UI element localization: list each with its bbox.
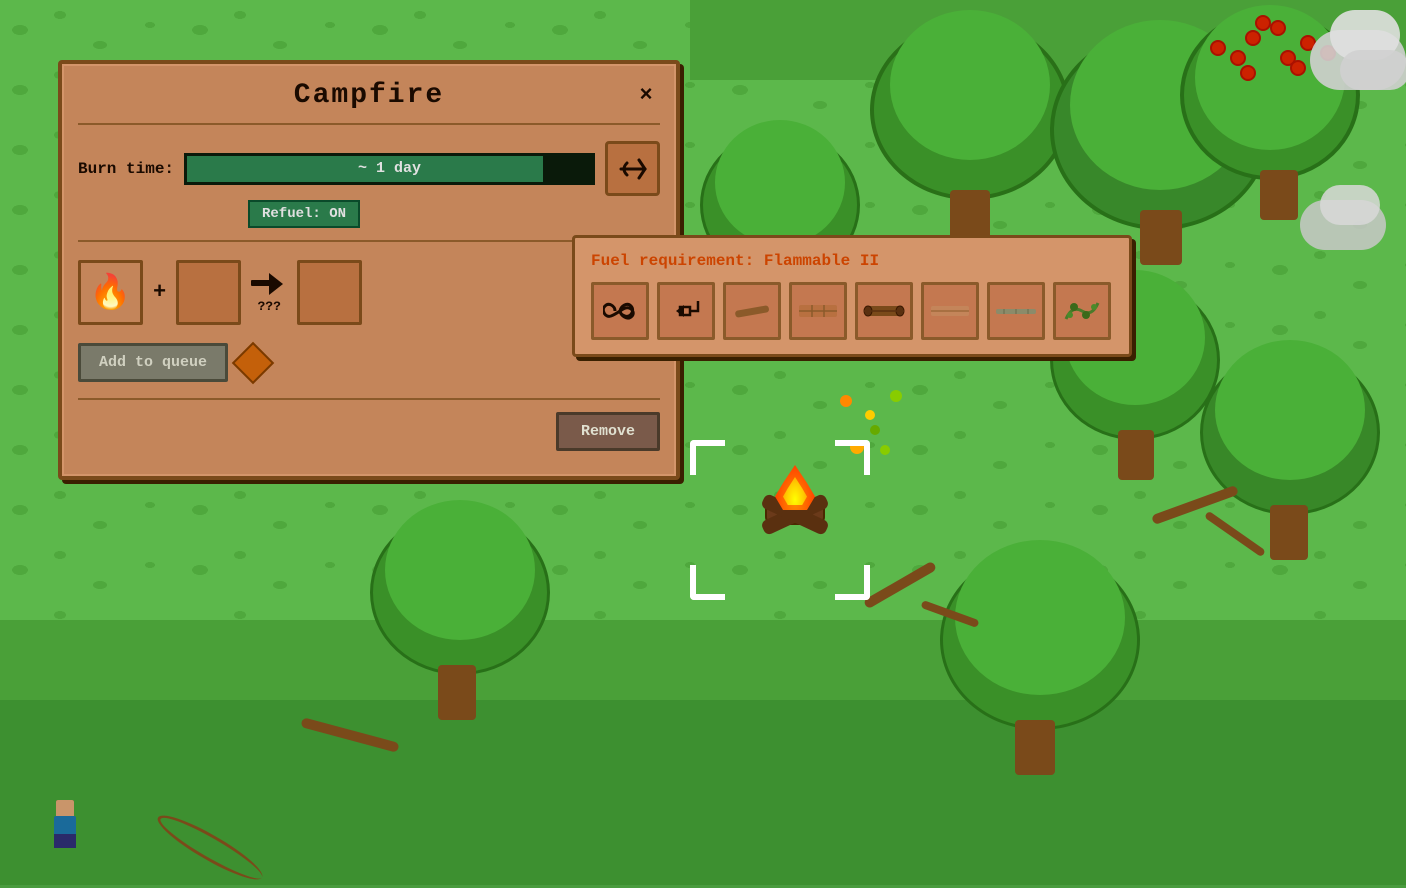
mid-tree1-inner [715, 120, 845, 245]
bracket-bottom-right [835, 565, 870, 600]
fuel-slot-stick[interactable] [723, 282, 781, 340]
plank-icon [797, 301, 839, 321]
leaf3 [880, 445, 890, 455]
craft-ingredient-slot[interactable] [176, 260, 241, 325]
burn-time-row: Burn time: ~ 1 day [78, 141, 660, 196]
apple7 [1255, 15, 1271, 31]
fuel-slot-log[interactable] [855, 282, 913, 340]
apple8 [1290, 60, 1306, 76]
fuel-popup: Fuel requirement: Flammable II [572, 235, 1132, 357]
flower2 [865, 410, 875, 420]
craft-arrow-icon [251, 271, 287, 297]
player-character [50, 800, 80, 850]
apple9 [1230, 50, 1246, 66]
fuel-slot-vine[interactable] [1053, 282, 1111, 340]
remove-btn-container: Remove [78, 412, 660, 451]
refuel-row: Refuel: ON [78, 200, 660, 228]
remove-button[interactable]: Remove [556, 412, 660, 451]
bottom-tree1-inner [385, 500, 535, 640]
burn-time-label: Burn time: [78, 160, 174, 178]
apple-tree-trunk [1260, 170, 1298, 220]
apple1 [1210, 40, 1226, 56]
bottom-tree1-trunk [438, 665, 476, 720]
char-body [54, 816, 76, 836]
cloud5 [1320, 185, 1380, 225]
selection-brackets [690, 440, 870, 600]
tree-canopy-tr1-inner [890, 10, 1050, 160]
right-tree2-trunk [1270, 505, 1308, 560]
infinity-icon [603, 300, 637, 322]
refuel-button[interactable]: Refuel: ON [248, 200, 360, 228]
cloud3 [1340, 50, 1406, 90]
burn-bar-container: ~ 1 day [184, 153, 595, 185]
fuel-requirement-value: Flammable II [764, 252, 879, 270]
arrow-refuel-button[interactable] [605, 141, 660, 196]
craft-flame-slot[interactable]: 🔥 [78, 260, 143, 325]
craft-result-slot[interactable] [297, 260, 362, 325]
right-tree1-trunk [1118, 430, 1154, 480]
fuel-slot-plank[interactable] [789, 282, 847, 340]
tree-trunk-tr2 [1140, 210, 1182, 265]
fuel-slot-infinity[interactable] [591, 282, 649, 340]
burn-bar-end [543, 156, 592, 182]
panel-title: Campfire [294, 80, 444, 111]
bracket-top-right [835, 440, 870, 475]
apple2 [1245, 30, 1261, 46]
craft-plus-icon: + [153, 280, 166, 305]
apple4 [1240, 65, 1256, 81]
flower1 [840, 395, 852, 407]
craft-arrow-box: ??? [251, 271, 287, 314]
leaf2 [870, 425, 880, 435]
fuel-requirement-title: Fuel requirement: Flammable II [591, 252, 1113, 270]
bracket-bottom-left [690, 565, 725, 600]
right-tree2-inner [1215, 340, 1365, 480]
flame-icon: 🔥 [89, 272, 131, 314]
fuel-slot-board[interactable] [921, 282, 979, 340]
board-icon [929, 303, 971, 319]
add-to-queue-button[interactable]: Add to queue [78, 343, 228, 382]
fuel-slot-arrow[interactable] [657, 282, 715, 340]
fuel-slot-bar[interactable] [987, 282, 1045, 340]
panel-divider-2 [78, 398, 660, 400]
arrow-icon [619, 158, 647, 180]
apple5 [1270, 20, 1286, 36]
leaf1 [890, 390, 902, 402]
bottom-tree2-inner [955, 540, 1125, 695]
bracket-top-left [690, 440, 725, 475]
fuel-items-row [591, 282, 1113, 340]
diamond-icon[interactable] [232, 341, 274, 383]
arrow-refuel-icon [670, 297, 702, 325]
bottom-tree2-trunk [1015, 720, 1055, 775]
tree-trunk-tr1 [950, 190, 990, 240]
craft-qqq-text: ??? [258, 299, 281, 314]
char-legs [54, 834, 76, 848]
panel-title-bar: Campfire × [78, 80, 660, 125]
vine-icon [1062, 297, 1102, 325]
burn-bar-text: ~ 1 day [358, 160, 421, 177]
stick-icon [733, 301, 771, 321]
bar-icon [994, 305, 1038, 317]
log-icon [862, 301, 906, 321]
close-button[interactable]: × [632, 80, 660, 108]
